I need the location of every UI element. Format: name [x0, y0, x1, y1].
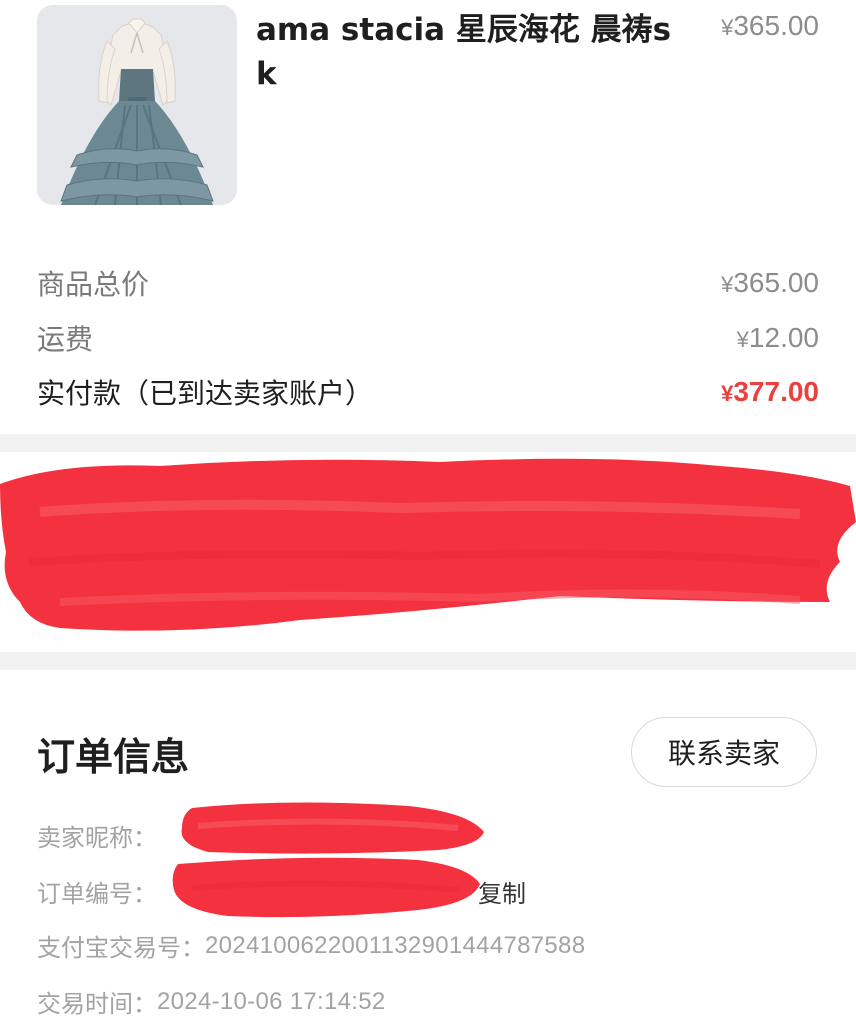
- paid-row: 实付款（已到达卖家账户） ¥377.00: [37, 372, 819, 412]
- subtotal-label: 商品总价: [37, 268, 150, 301]
- shipping-label: 运费: [37, 323, 94, 356]
- product-title[interactable]: ama stacia 星辰海花 晨祷sk: [256, 8, 676, 96]
- transaction-time-row: 交易时间： 2024-10-06 17:14:52: [37, 984, 386, 1019]
- order-number-label: 订单编号：: [37, 880, 157, 908]
- paid-value: ¥377.00: [721, 376, 819, 408]
- currency-symbol: ¥: [721, 381, 734, 406]
- subtotal-amount: 365.00: [733, 267, 819, 298]
- shipping-amount: 12.00: [748, 322, 819, 353]
- alipay-transaction-row: 支付宝交易号： 2024100622001132901444787588: [37, 928, 585, 963]
- subtotal-value: ¥365.00: [721, 267, 819, 299]
- dress-photo-icon: [37, 5, 237, 205]
- shipping-value: ¥12.00: [737, 322, 819, 354]
- product-thumbnail[interactable]: [37, 5, 237, 205]
- alipay-transaction-label: 支付宝交易号：: [37, 934, 205, 962]
- paid-amount: 377.00: [733, 376, 819, 407]
- order-number-row: 订单编号：: [37, 874, 157, 909]
- order-detail-page: ama stacia 星辰海花 晨祷sk ¥365.00 商品总价 ¥365.0…: [0, 0, 856, 1024]
- paid-label: 实付款（已到达卖家账户）: [37, 377, 374, 410]
- product-price-value: 365.00: [733, 10, 819, 41]
- section-divider: [0, 434, 856, 452]
- seller-nickname-row: 卖家昵称：: [37, 818, 157, 853]
- currency-symbol: ¥: [736, 327, 749, 352]
- seller-nickname-label: 卖家昵称：: [37, 824, 157, 852]
- redaction-scribble: [0, 458, 856, 631]
- contact-seller-button[interactable]: 联系卖家: [631, 717, 817, 787]
- subtotal-row: 商品总价 ¥365.00: [37, 263, 819, 303]
- product-card[interactable]: ama stacia 星辰海花 晨祷sk ¥365.00: [0, 0, 856, 240]
- currency-symbol: ¥: [721, 15, 734, 40]
- shipping-row: 运费 ¥12.00: [37, 318, 819, 358]
- alipay-transaction-value: 2024100622001132901444787588: [205, 931, 586, 959]
- currency-symbol: ¥: [721, 272, 734, 297]
- product-price: ¥365.00: [721, 10, 819, 42]
- order-info-title: 订单信息: [37, 735, 190, 779]
- transaction-time-label: 交易时间：: [37, 990, 157, 1018]
- redaction-scribble: [172, 802, 484, 918]
- section-divider: [0, 652, 856, 670]
- transaction-time-value: 2024-10-06 17:14:52: [157, 987, 386, 1015]
